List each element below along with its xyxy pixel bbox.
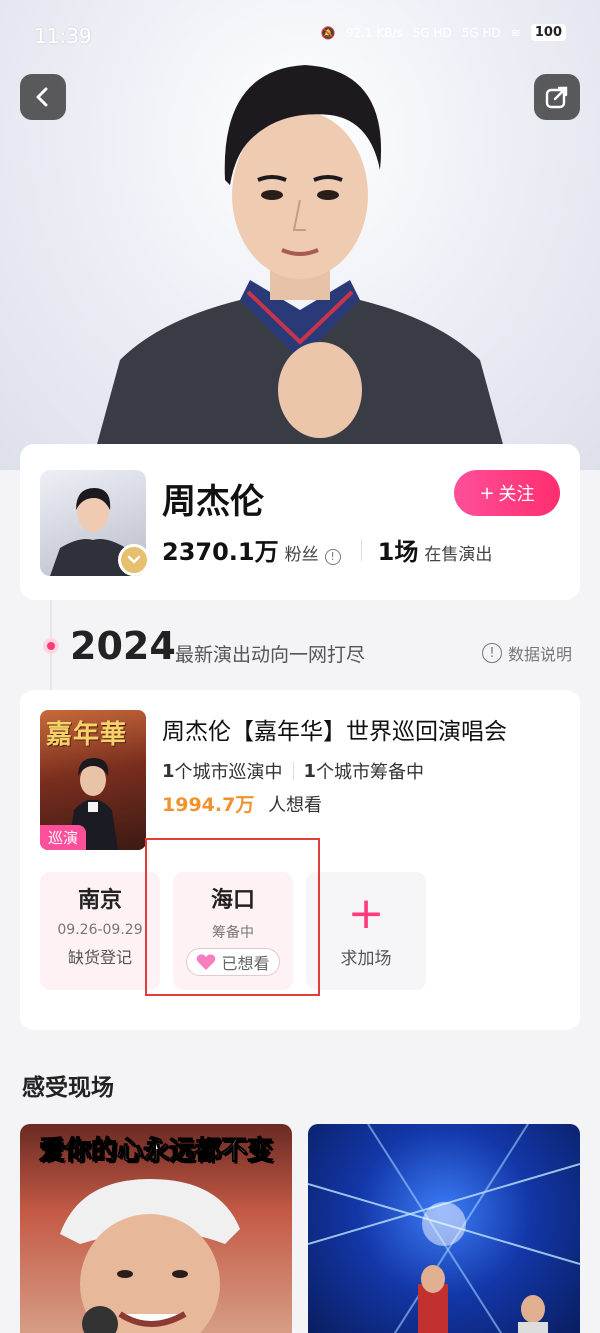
- request-show-label: 求加场: [340, 949, 392, 969]
- network-speed: 92.1 KB/s: [345, 25, 403, 40]
- chevron-down-badge-icon: [127, 555, 141, 564]
- highlight-box: [145, 838, 320, 996]
- signal-icon: 5G HD: [412, 25, 452, 40]
- data-note-label: 数据说明: [507, 645, 572, 664]
- data-note-link[interactable]: ! 数据说明: [481, 641, 572, 665]
- tour-want: 1994.7万 人想看: [162, 790, 322, 817]
- shows-label[interactable]: 在售演出: [424, 540, 492, 565]
- hero-banner: [0, 0, 600, 470]
- verified-badge: [118, 544, 150, 576]
- plus-icon: +: [479, 482, 495, 504]
- share-button[interactable]: [534, 74, 580, 120]
- tour-poster[interactable]: 嘉年華 巡演: [40, 710, 146, 850]
- status-icons: 🔕 92.1 KB/s 5G HD 5G HD ≋ 100: [321, 24, 566, 41]
- share-icon: [545, 86, 568, 109]
- request-show-tile[interactable]: + 求加场: [306, 872, 426, 990]
- timeline-subtitle: 最新演出动向一网打尽: [175, 644, 366, 666]
- timeline-year: 2024: [70, 624, 176, 668]
- fans-label: 粉丝: [284, 545, 319, 565]
- video-card[interactable]: [308, 1124, 580, 1333]
- wifi-icon: ≋: [510, 25, 521, 40]
- fans-count: 2370.1万: [162, 538, 279, 566]
- touring-count: 1: [162, 760, 175, 782]
- info-icon[interactable]: !: [324, 548, 341, 565]
- tour-title[interactable]: 周杰伦【嘉年华】世界巡回演唱会: [162, 712, 507, 746]
- artist-card: 周杰伦 + 关注 2370.1万 粉丝 ! 1场 在售演出: [20, 444, 580, 600]
- want-label: 人想看: [268, 795, 323, 816]
- status-time: 11:39: [34, 24, 92, 48]
- poster-tag: 巡演: [40, 825, 87, 850]
- timeline-dot: [43, 638, 59, 654]
- tour-city-summary: 1 个城市巡演中 1 个城市筹备中: [162, 758, 424, 784]
- city-status: 缺货登记: [67, 948, 132, 967]
- plus-icon: +: [347, 888, 385, 939]
- battery-indicator: 100: [530, 24, 566, 41]
- touring-label: 个城市巡演中: [174, 762, 283, 783]
- video-card[interactable]: 爱你的心永远都不变: [20, 1124, 292, 1333]
- stat-divider: [360, 538, 362, 561]
- want-count: 1994.7万: [162, 794, 255, 816]
- city-date: 09.26-09.29: [57, 922, 143, 938]
- artist-hero-image: [90, 65, 510, 470]
- shows-count[interactable]: 1场: [378, 532, 419, 567]
- city-name: 南京: [77, 888, 122, 913]
- chevron-left-icon: [36, 87, 48, 107]
- follow-label: 关注: [498, 484, 535, 505]
- planning-label: 个城市筹备中: [316, 762, 425, 783]
- follow-button[interactable]: + 关注: [454, 470, 560, 516]
- planning-count: 1: [303, 760, 317, 782]
- video-caption: 爱你的心永远都不变: [38, 1136, 273, 1167]
- info-icon: !: [481, 643, 502, 663]
- video-thumbnail: [308, 1124, 580, 1333]
- artist-stats: 2370.1万 粉丝 ! 1场 在售演出: [162, 532, 492, 567]
- city-tile-nanjing[interactable]: 南京 09.26-09.29 缺货登记: [40, 872, 160, 990]
- mute-icon: 🔕: [320, 25, 336, 40]
- artist-name: 周杰伦: [162, 482, 264, 522]
- back-button[interactable]: [20, 74, 66, 120]
- status-bar: 11:39 🔕 92.1 KB/s 5G HD 5G HD ≋ 100: [0, 0, 600, 70]
- section-title-live: 感受现场: [22, 1075, 114, 1101]
- divider: [292, 762, 294, 780]
- signal-icon-2: 5G HD: [461, 25, 501, 40]
